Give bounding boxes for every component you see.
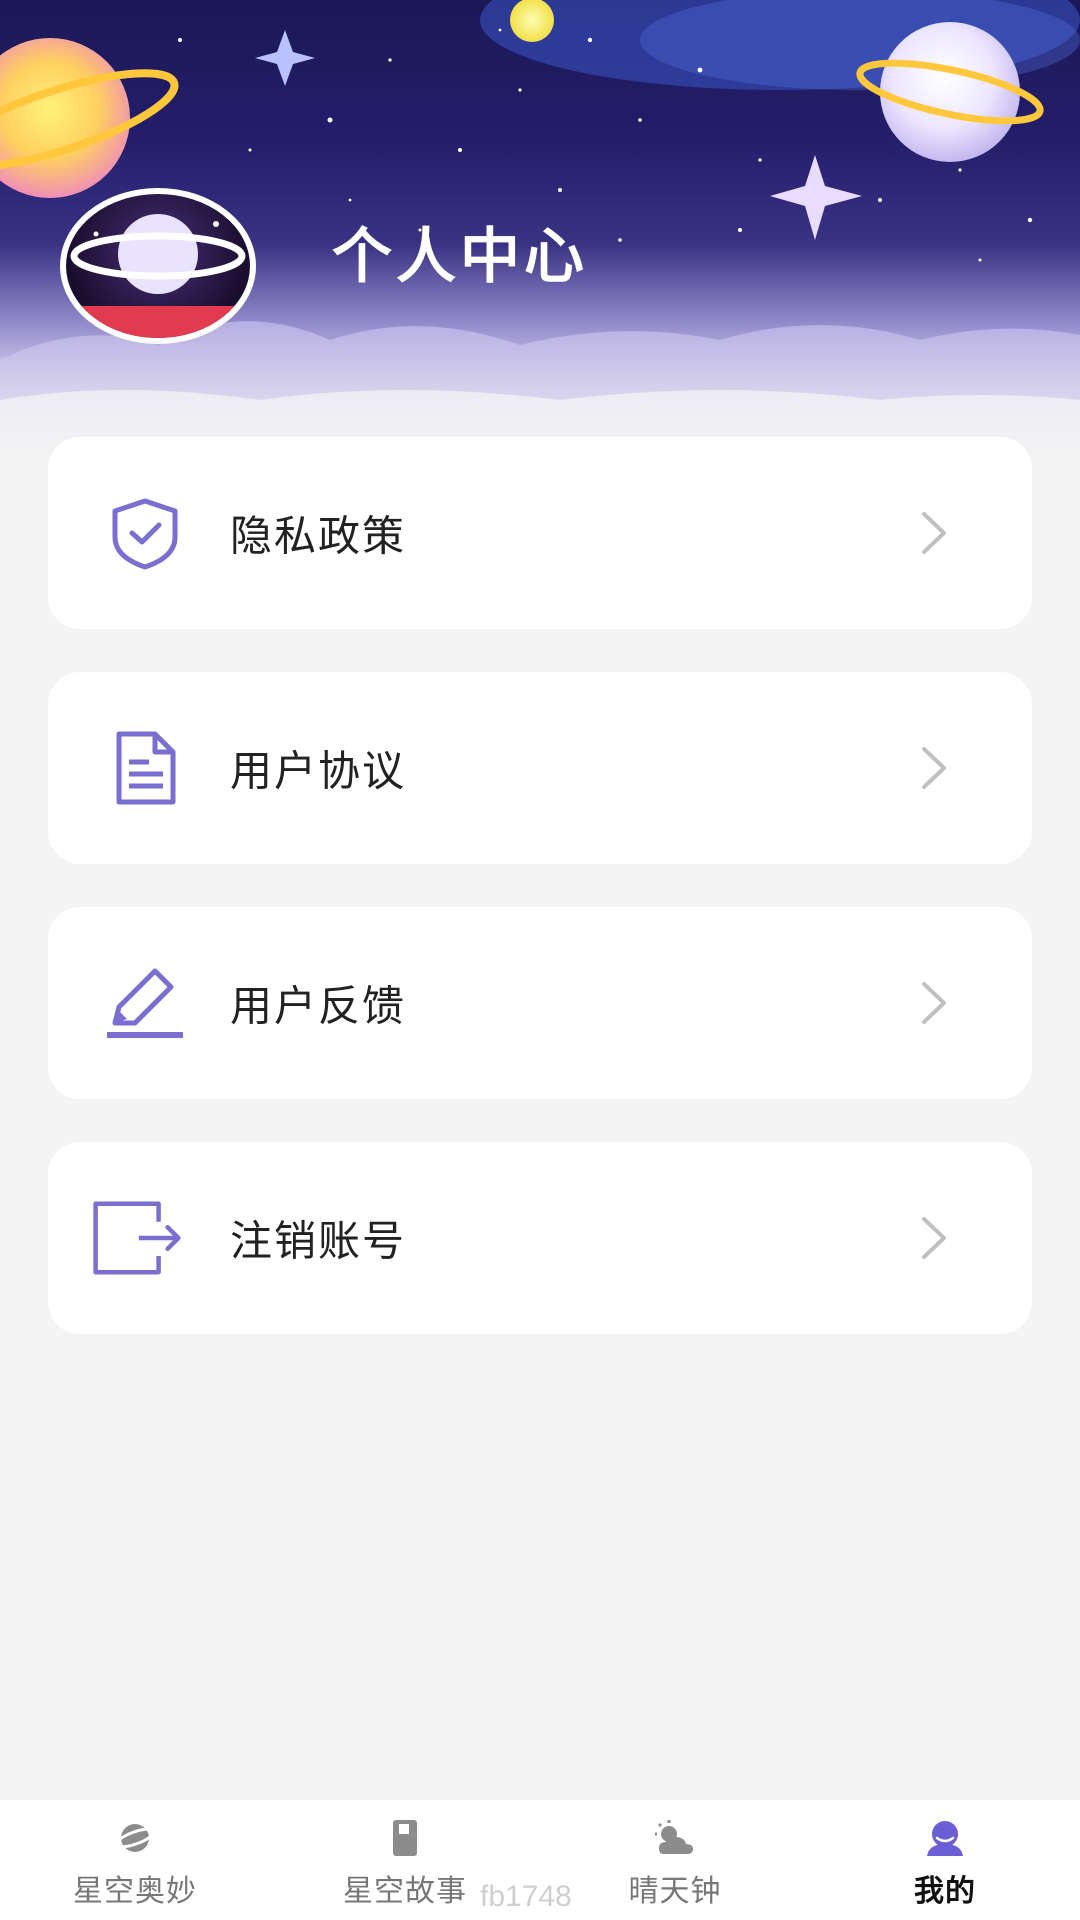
- tab-clear-sky-clock[interactable]: 晴天钟: [540, 1800, 810, 1920]
- tab-star-mysteries[interactable]: 星空奥妙: [0, 1800, 270, 1920]
- menu-item-user-agreement[interactable]: 用户协议: [48, 672, 1032, 864]
- app-avatar: [60, 188, 256, 344]
- chevron-right-icon: [922, 982, 946, 1024]
- tab-mine[interactable]: 我的: [810, 1800, 1080, 1920]
- page-title: 个人中心: [332, 222, 588, 292]
- logout-icon: [92, 1193, 182, 1283]
- planet-icon: [114, 1824, 156, 1852]
- pencil-edit-icon: [100, 958, 190, 1048]
- menu-item-label: 隐私政策: [230, 511, 407, 561]
- saturn-logo-icon: [66, 214, 250, 338]
- menu-item-label: 用户反馈: [230, 981, 407, 1031]
- menu-item-label: 注销账号: [230, 1216, 407, 1266]
- profile-icon: [927, 1821, 963, 1856]
- menu-item-delete-account[interactable]: 注销账号: [48, 1142, 1032, 1334]
- shield-check-icon: [100, 488, 190, 578]
- profile-page: 个人中心 隐私政策 用户协议 用户反馈 注销账号 星空奥妙 星空故事 晴天钟 我…: [0, 0, 1080, 1920]
- tab-label: 星空奥妙: [73, 1874, 197, 1909]
- menu-item-user-feedback[interactable]: 用户反馈: [48, 907, 1032, 1099]
- tab-label: 晴天钟: [628, 1874, 722, 1909]
- weather-icon: [655, 1820, 693, 1854]
- chevron-right-icon: [922, 1217, 946, 1259]
- tab-label: 我的: [914, 1874, 976, 1909]
- watermark-text: fb1748: [480, 1880, 572, 1913]
- menu-item-label: 用户协议: [230, 746, 407, 796]
- header-banner: 个人中心: [0, 0, 1080, 470]
- chevron-right-icon: [922, 512, 946, 554]
- document-icon: [100, 723, 190, 813]
- chevron-right-icon: [922, 747, 946, 789]
- menu-item-privacy-policy[interactable]: 隐私政策: [48, 437, 1032, 629]
- book-icon: [393, 1820, 417, 1856]
